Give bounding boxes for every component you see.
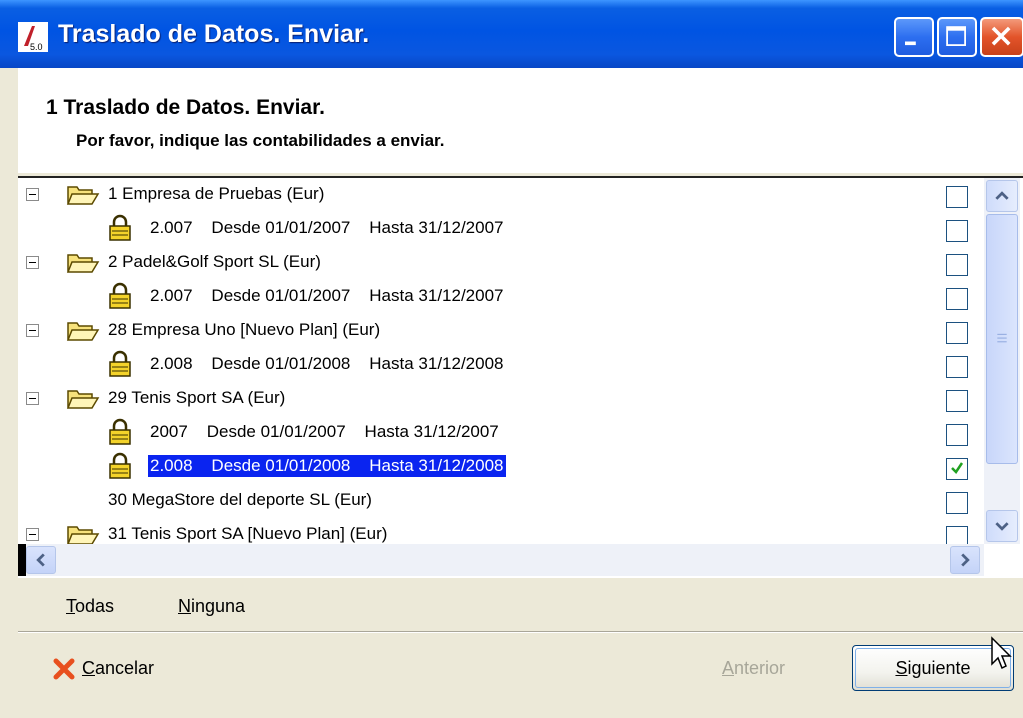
lock-icon [109, 418, 131, 445]
footer-divider-highlight [18, 632, 1023, 633]
vertical-scrollbar[interactable] [984, 178, 1020, 544]
row-checkbox[interactable] [946, 526, 968, 544]
year-label: 2.007 Desde 01/01/2007 Hasta 31/12/2007 [150, 286, 504, 305]
grip-icon [997, 333, 1007, 343]
tree-row-company[interactable]: 30 MegaStore del deporte SL (Eur) [18, 484, 938, 518]
dialog-window: 5.0 Traslado de Datos. Enviar. 1 Traslad… [0, 0, 1023, 718]
chevron-up-icon [995, 191, 1009, 200]
tree-row-company[interactable]: 29 Tenis Sport SA (Eur) [18, 382, 938, 416]
scroll-up-button[interactable] [986, 180, 1018, 212]
collapse-toggle[interactable] [26, 324, 39, 337]
scroll-position-marker [18, 544, 26, 576]
previous-button[interactable]: Anterior [722, 658, 785, 679]
tree-row-company[interactable]: 31 Tenis Sport SA [Nuevo Plan] (Eur) [18, 518, 938, 544]
title-bar[interactable]: 5.0 Traslado de Datos. Enviar. [0, 0, 1023, 68]
wizard-header: 1 Traslado de Datos. Enviar. Por favor, … [18, 68, 1023, 173]
row-checkbox[interactable] [946, 390, 968, 412]
tree-row-year[interactable]: 2.008 Desde 01/01/2008 Hasta 31/12/2008 [18, 348, 938, 382]
cancel-x-icon [53, 658, 75, 680]
row-checkbox[interactable] [946, 186, 968, 208]
lock-icon [109, 214, 131, 241]
select-none-link[interactable]: Ninguna [178, 596, 245, 617]
tree-row-year[interactable]: 2.007 Desde 01/01/2007 Hasta 31/12/2007 [18, 280, 938, 314]
next-label: Siguiente [895, 658, 971, 678]
tree-row-year[interactable]: 2007 Desde 01/01/2007 Hasta 31/12/2007 [18, 416, 938, 450]
folder-open-icon [67, 526, 100, 544]
app-logo-icon: 5.0 [18, 22, 48, 52]
lock-icon [109, 452, 131, 479]
scroll-right-button[interactable] [950, 546, 980, 574]
cancel-label: Cancelar [82, 658, 155, 678]
row-checkbox[interactable] [946, 288, 968, 310]
collapse-toggle[interactable] [26, 392, 39, 405]
page-title: 1 Traslado de Datos. Enviar. [46, 96, 325, 119]
chevron-left-icon [36, 553, 45, 567]
row-checkbox-checked[interactable] [946, 458, 968, 480]
company-label: 1 Empresa de Pruebas (Eur) [108, 184, 325, 203]
collapse-toggle[interactable] [26, 256, 39, 269]
close-icon [991, 26, 1011, 46]
year-label: 2.008 Desde 01/01/2008 Hasta 31/12/2008 [148, 455, 506, 477]
company-label: 28 Empresa Uno [Nuevo Plan] (Eur) [108, 320, 381, 339]
checkmark-icon [951, 462, 964, 474]
dialog-content: 1 Traslado de Datos. Enviar. Por favor, … [0, 68, 1023, 718]
minimize-button[interactable] [894, 17, 934, 57]
window-title: Traslado de Datos. Enviar. [58, 20, 370, 48]
maximize-button[interactable] [937, 17, 977, 57]
close-button[interactable] [980, 17, 1023, 57]
year-label: 2.008 Desde 01/01/2008 Hasta 31/12/2008 [150, 354, 504, 373]
horizontal-scrollbar[interactable] [18, 544, 984, 576]
folder-open-icon [66, 390, 100, 409]
row-checkbox[interactable] [946, 424, 968, 446]
maximize-icon [946, 26, 966, 46]
collapse-toggle[interactable] [26, 528, 39, 541]
tree-row-year[interactable]: 2.007 Desde 01/01/2007 Hasta 31/12/2007 [18, 212, 938, 246]
mouse-cursor-icon [991, 636, 1012, 670]
year-label: 2007 Desde 01/01/2007 Hasta 31/12/2007 [150, 422, 499, 441]
year-label: 2.007 Desde 01/01/2007 Hasta 31/12/2007 [150, 218, 504, 237]
tree-row-company[interactable]: 28 Empresa Uno [Nuevo Plan] (Eur) [18, 314, 938, 348]
company-label: 31 Tenis Sport SA [Nuevo Plan] (Eur) [108, 524, 388, 543]
accounts-tree[interactable]: 1 Empresa de Pruebas (Eur) 2.007 Desde 0… [18, 176, 1023, 578]
lock-icon [109, 350, 131, 377]
company-label: 2 Padel&Golf Sport SL (Eur) [108, 252, 321, 271]
tree-row-company[interactable]: 2 Padel&Golf Sport SL (Eur) [18, 246, 938, 280]
folder-open-icon [66, 186, 100, 205]
folder-open-icon [66, 254, 100, 273]
row-checkbox[interactable] [946, 220, 968, 242]
tree-row-company[interactable]: 1 Empresa de Pruebas (Eur) [18, 178, 938, 212]
scroll-left-button[interactable] [26, 546, 56, 574]
tree-row-year-selected[interactable]: 2.008 Desde 01/01/2008 Hasta 31/12/2008 [18, 450, 938, 484]
row-checkbox[interactable] [946, 322, 968, 344]
collapse-toggle[interactable] [26, 188, 39, 201]
chevron-right-icon [961, 553, 970, 567]
folder-open-icon [66, 322, 100, 341]
svg-text:5.0: 5.0 [30, 42, 43, 52]
minimize-icon [905, 41, 916, 46]
company-label: 30 MegaStore del deporte SL (Eur) [108, 490, 372, 509]
chevron-down-icon [995, 522, 1009, 531]
scroll-down-button[interactable] [986, 510, 1018, 542]
lock-icon [109, 282, 131, 309]
page-subtitle: Por favor, indique las contabilidades a … [76, 131, 445, 150]
company-label: 29 Tenis Sport SA (Eur) [108, 388, 286, 407]
row-checkbox[interactable] [946, 356, 968, 378]
row-checkbox[interactable] [946, 254, 968, 276]
row-checkbox[interactable] [946, 492, 968, 514]
select-all-link[interactable]: Todas [66, 596, 114, 617]
scroll-thumb[interactable] [986, 214, 1018, 464]
